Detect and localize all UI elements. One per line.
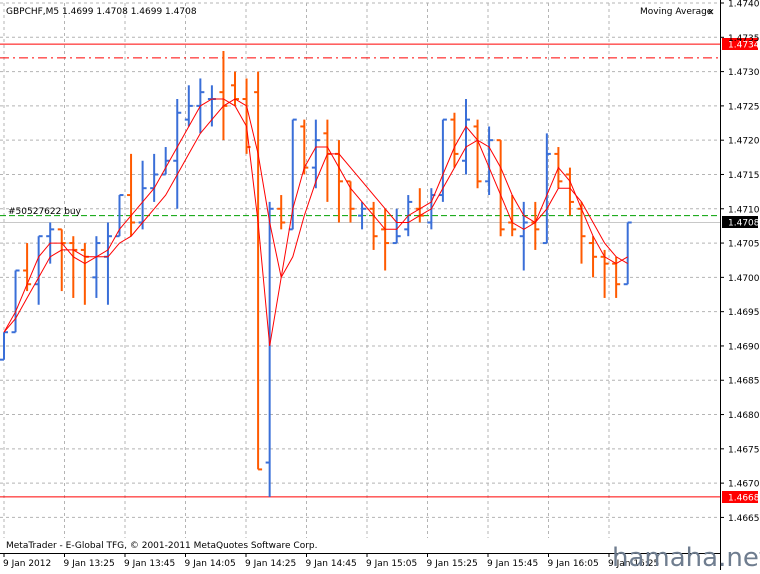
time-tick-label: 9 Jan 2012 [3, 559, 51, 569]
time-tick-label: 9 Jan 14:45 [306, 559, 357, 569]
time-tick-label: 9 Jan 16:05 [548, 559, 599, 569]
ohlc-label: 1.4699 1.4708 1.4699 1.4708 [62, 7, 197, 17]
time-tick-label: 9 Jan 15:05 [366, 559, 417, 569]
price-tick-label: 1.4730 [728, 68, 760, 78]
copyright-label: MetaTrader - E-Global TFG, © 2001-2011 M… [6, 541, 318, 551]
current-price-label: 1.4708 [728, 219, 760, 229]
price-tick-label: 1.4665 [728, 514, 760, 524]
order-label: #50527622 buy [8, 207, 82, 217]
price-tick-label: 1.4705 [728, 240, 760, 250]
price-tick-label: 1.4715 [728, 171, 760, 181]
time-tick-label: 9 Jan 15:45 [487, 559, 538, 569]
price-tick-label: 1.4670 [728, 480, 760, 490]
indicator-label: Moving Average [640, 7, 713, 17]
time-tick-label: 9 Jan 15:25 [427, 559, 478, 569]
price-tick-label: 1.4675 [728, 445, 760, 455]
time-tick-label: 9 Jan 13:25 [64, 559, 115, 569]
price-tick-label: 1.4680 [728, 411, 760, 421]
time-tick-label: 9 Jan 13:45 [124, 559, 175, 569]
price-tick-label: 1.4700 [728, 274, 760, 284]
symbol-label: GBPCHF,M5 [6, 7, 59, 17]
price-tick-label: 1.4695 [728, 308, 760, 318]
time-tick-label: 9 Jan 14:05 [185, 559, 236, 569]
watermark: hamaha.net [612, 543, 760, 570]
price-tick-label: 1.4740 [728, 0, 760, 10]
chart-area[interactable]: 1.4734 1.4668 1.4708 1.4740 1.4735 1.4730 1.4… [0, 0, 760, 573]
time-tick-label: 9 Jan 14:25 [245, 559, 296, 569]
price-tick-label: 1.4720 [728, 137, 760, 147]
chart-background [0, 0, 760, 570]
level-price-label: 1.4668 [728, 494, 760, 504]
price-tick-label: 1.4690 [728, 342, 760, 352]
price-tick-label: 1.4710 [728, 205, 760, 215]
price-tick-label: 1.4725 [728, 102, 760, 112]
close-icon[interactable]: ✕ [707, 8, 715, 18]
price-tick-label: 1.4735 [728, 34, 760, 44]
price-chart[interactable]: 1.47341.46681.4708 1.47401.47351.47301.4… [0, 0, 760, 573]
price-tick-label: 1.4685 [728, 377, 760, 387]
